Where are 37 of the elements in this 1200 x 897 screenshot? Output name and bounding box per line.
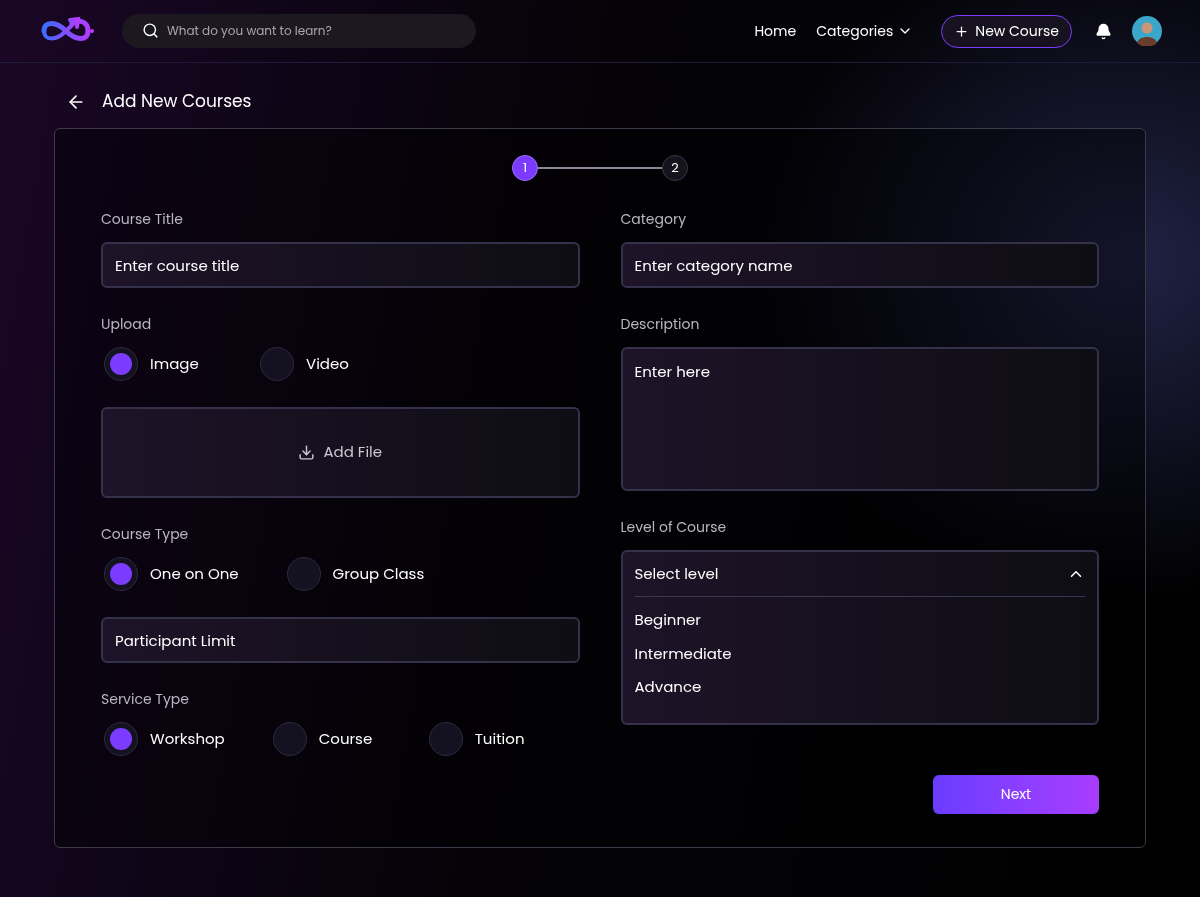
nav-dropdown[interactable]: Categories [816,20,914,42]
new-course-button[interactable]: New Course [941,14,1072,48]
bell-icon[interactable] [1095,22,1112,40]
page-title: Add New Courses [102,89,252,115]
download-icon [298,444,316,461]
dropdown-option[interactable]: Beginner [634,609,1085,632]
radio-option[interactable]: Course [272,722,381,756]
field-label: Course Type [101,524,190,545]
radio-option[interactable]: Workshop [104,722,225,756]
search-field[interactable]: What do you want to learn? [122,14,476,48]
plus-icon [954,23,970,39]
level-dropdown[interactable]: Select level Beginner Intermediate Advance [620,550,1099,725]
field-label: Upload [101,314,153,335]
radio-option[interactable]: Group Class [286,557,425,591]
field-label: Service Type [101,689,190,710]
dropdown-option[interactable]: Advance [634,676,1085,699]
radio-option[interactable]: Image [104,347,212,381]
radio-option[interactable]: Video [260,347,368,381]
field-label: Description [620,314,701,335]
radio-option[interactable]: One on One [104,557,239,591]
step-indicator: 1 [512,155,538,181]
text-field[interactable]: Enter category name [620,242,1099,288]
step-indicator: 2 [662,155,688,181]
field-label: Level of Course [620,517,728,538]
text-field[interactable]: Participant Limit [101,617,580,663]
search-icon [142,22,159,39]
text-field[interactable]: Enter course title [101,242,580,288]
radio-option[interactable]: Tuition [428,722,537,756]
field-label: Course Title [101,209,184,230]
add-file-button[interactable]: Add File [101,407,580,498]
description-field[interactable]: Enter here [620,347,1099,491]
avatar-icon[interactable] [1132,16,1162,46]
dropdown-value: Select level [634,562,719,586]
next-button[interactable]: Next [933,774,1099,814]
dropdown-option[interactable]: Intermediate [634,642,1085,665]
nav-link[interactable]: Home [754,20,797,42]
field-label: Category [620,209,688,230]
